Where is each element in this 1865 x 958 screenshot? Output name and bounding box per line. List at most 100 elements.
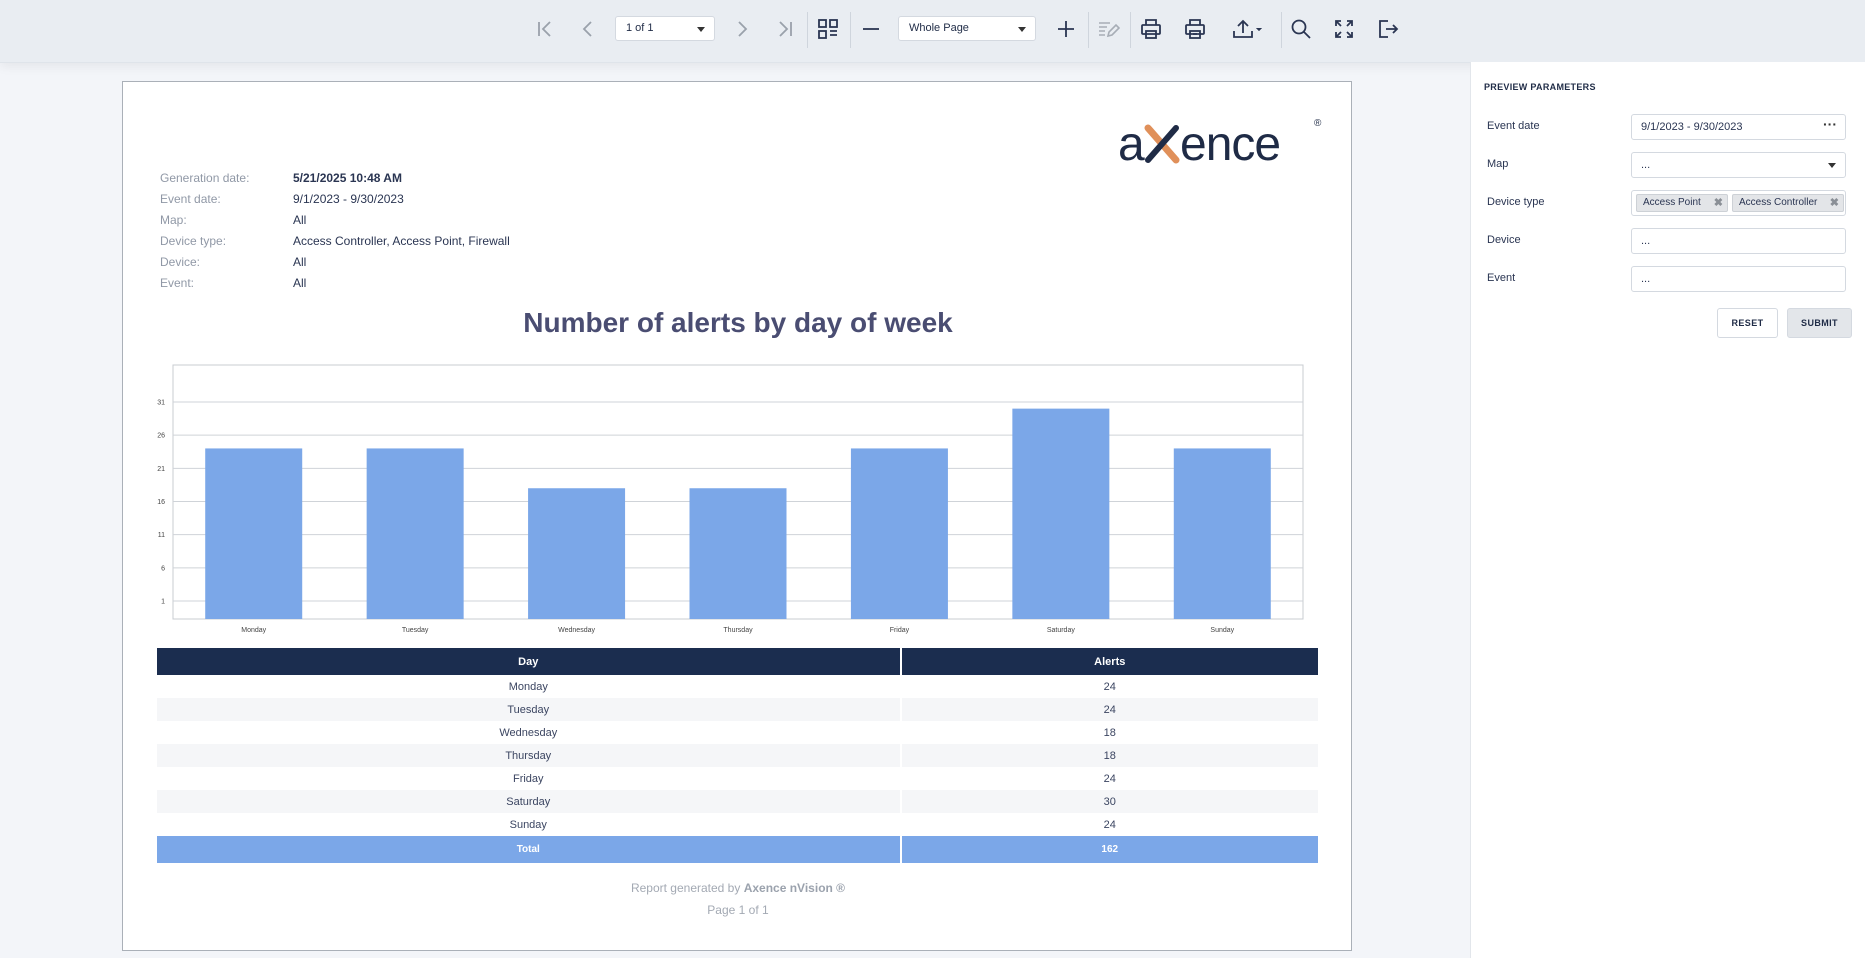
event-date-field[interactable]: 9/1/2023 - 9/30/2023 ··· <box>1631 114 1846 140</box>
cell-day: Thursday <box>157 744 902 767</box>
event-label: Event <box>1487 272 1516 284</box>
meta-label: Generation date: <box>160 171 250 185</box>
more-icon[interactable]: ··· <box>1823 112 1837 136</box>
multipage-icon[interactable] <box>812 13 844 45</box>
y-tick-label: 26 <box>157 433 165 440</box>
cell-alerts: 24 <box>1103 680 1116 693</box>
preview-parameters-panel: PREVIEW PARAMETERS Event date 9/1/2023 -… <box>1470 62 1865 958</box>
alerts-table: Day Alerts Monday 24 Tuesday 24 Wednesday 18 T… <box>157 648 1318 863</box>
total-label: Total <box>157 836 902 863</box>
svg-text:®: ® <box>1314 118 1322 129</box>
bar-monday <box>205 448 303 619</box>
meta-label: Device type: <box>160 234 227 248</box>
meta-value: All <box>293 213 307 227</box>
toolbar-divider <box>1130 12 1131 48</box>
total-value: 162 <box>900 836 1318 863</box>
y-tick-label: 6 <box>161 565 165 572</box>
search-icon[interactable] <box>1285 13 1317 45</box>
map-label: Map <box>1487 158 1509 170</box>
viewer-toolbar: 1 of 1 Whole Page <box>0 0 1865 63</box>
event-date-value: 9/1/2023 - 9/30/2023 <box>1641 121 1743 133</box>
bar-thursday <box>689 488 787 619</box>
zoom-in-icon[interactable] <box>1050 13 1082 45</box>
x-tick-label: Monday <box>241 627 266 634</box>
full-screen-icon[interactable] <box>1328 13 1360 45</box>
zoom-select-value: Whole Page <box>909 22 969 34</box>
bar-wednesday <box>528 488 626 619</box>
first-page-icon[interactable] <box>529 13 561 45</box>
chevron-down-icon <box>1828 163 1836 168</box>
cell-alerts: 24 <box>1103 818 1116 831</box>
table-header-row: Day Alerts <box>157 648 1318 675</box>
tag-access-point: Access Point ✖ <box>1636 194 1728 212</box>
remove-tag-icon[interactable]: ✖ <box>1830 195 1839 211</box>
toolbar-divider <box>850 12 851 48</box>
editing-fields-icon[interactable] <box>1092 13 1124 45</box>
exit-icon[interactable] <box>1372 13 1404 45</box>
meta-value: Access Controller, Access Point, Firewal… <box>293 234 510 248</box>
map-select[interactable]: ... <box>1631 152 1846 178</box>
footer-prefix: Report generated by <box>630 881 744 895</box>
page-select-value: 1 of 1 <box>626 22 654 34</box>
meta-label: Event: <box>160 276 195 290</box>
logo-x-mark <box>1144 124 1180 164</box>
export-icon[interactable] <box>1225 13 1269 45</box>
y-tick-label: 31 <box>157 400 165 407</box>
table-row: Saturday 30 <box>157 790 1318 813</box>
event-field[interactable]: ... <box>1631 266 1846 292</box>
cell-day: Tuesday <box>157 698 902 721</box>
device-type-field[interactable]: Access Point ✖ Access Controller ✖ <box>1631 190 1846 216</box>
remove-tag-icon[interactable]: ✖ <box>1714 195 1723 211</box>
toolbar-divider <box>807 12 808 48</box>
svg-text:ence: ence <box>1180 118 1280 168</box>
print-page-icon[interactable] <box>1179 13 1211 45</box>
tag-label: Access Point <box>1643 197 1701 208</box>
y-tick-label: 1 <box>161 599 165 606</box>
event-date-label: Event date <box>1487 120 1540 132</box>
table-row: Thursday 18 <box>157 744 1318 767</box>
report-footer-page: Page 1 of 1 <box>707 903 769 917</box>
tag-label: Access Controller <box>1739 197 1818 208</box>
meta-label: Device: <box>160 255 201 269</box>
x-tick-label: Sunday <box>1210 627 1234 634</box>
meta-value: All <box>293 276 307 290</box>
map-value: ... <box>1641 159 1651 171</box>
toolbar-divider <box>1088 12 1089 48</box>
axence-logo: a ence ® <box>1118 108 1333 171</box>
zoom-select[interactable]: Whole Page <box>898 16 1036 41</box>
x-tick-label: Thursday <box>723 627 753 634</box>
next-page-icon[interactable] <box>726 13 758 45</box>
report-footer-credit: Report generated by Axence nVision ® <box>123 881 1353 895</box>
cell-alerts: 18 <box>900 744 1318 767</box>
bar-saturday <box>1012 408 1110 619</box>
device-type-label: Device type <box>1487 196 1545 208</box>
print-icon[interactable] <box>1135 13 1167 45</box>
cell-alerts: 30 <box>900 790 1318 813</box>
x-tick-label: Tuesday <box>402 627 429 634</box>
chevron-down-icon <box>1018 27 1026 32</box>
footer-brand: Axence nVision ® <box>743 881 846 895</box>
meta-label: Event date: <box>160 192 221 206</box>
device-label: Device <box>1487 234 1521 246</box>
reset-button[interactable]: RESET <box>1717 308 1778 338</box>
cell-alerts: 18 <box>1103 726 1116 739</box>
cell-alerts: 24 <box>1103 772 1116 785</box>
meta-value: 9/1/2023 - 9/30/2023 <box>293 192 404 206</box>
table-total-row: Total 162 <box>157 836 1318 863</box>
table-row: Wednesday 18 <box>157 721 1318 744</box>
cell-day: Friday <box>157 767 902 790</box>
tag-access-controller: Access Controller ✖ <box>1732 194 1844 212</box>
report-title: Number of alerts by day of week <box>523 307 953 338</box>
table-header-day: Day <box>157 648 902 675</box>
device-field[interactable]: ... <box>1631 228 1846 254</box>
page-select[interactable]: 1 of 1 <box>615 16 715 41</box>
previous-page-icon[interactable] <box>572 13 604 45</box>
cell-day: Sunday <box>157 813 902 836</box>
submit-button[interactable]: SUBMIT <box>1787 308 1852 338</box>
cell-alerts: 24 <box>900 698 1318 721</box>
report-page: a ence ® Generation date: 5/21/2025 10:48… <box>122 81 1352 951</box>
last-page-icon[interactable] <box>769 13 801 45</box>
y-tick-label: 21 <box>157 466 165 473</box>
zoom-out-icon[interactable] <box>855 13 887 45</box>
bar-tuesday <box>366 448 464 619</box>
